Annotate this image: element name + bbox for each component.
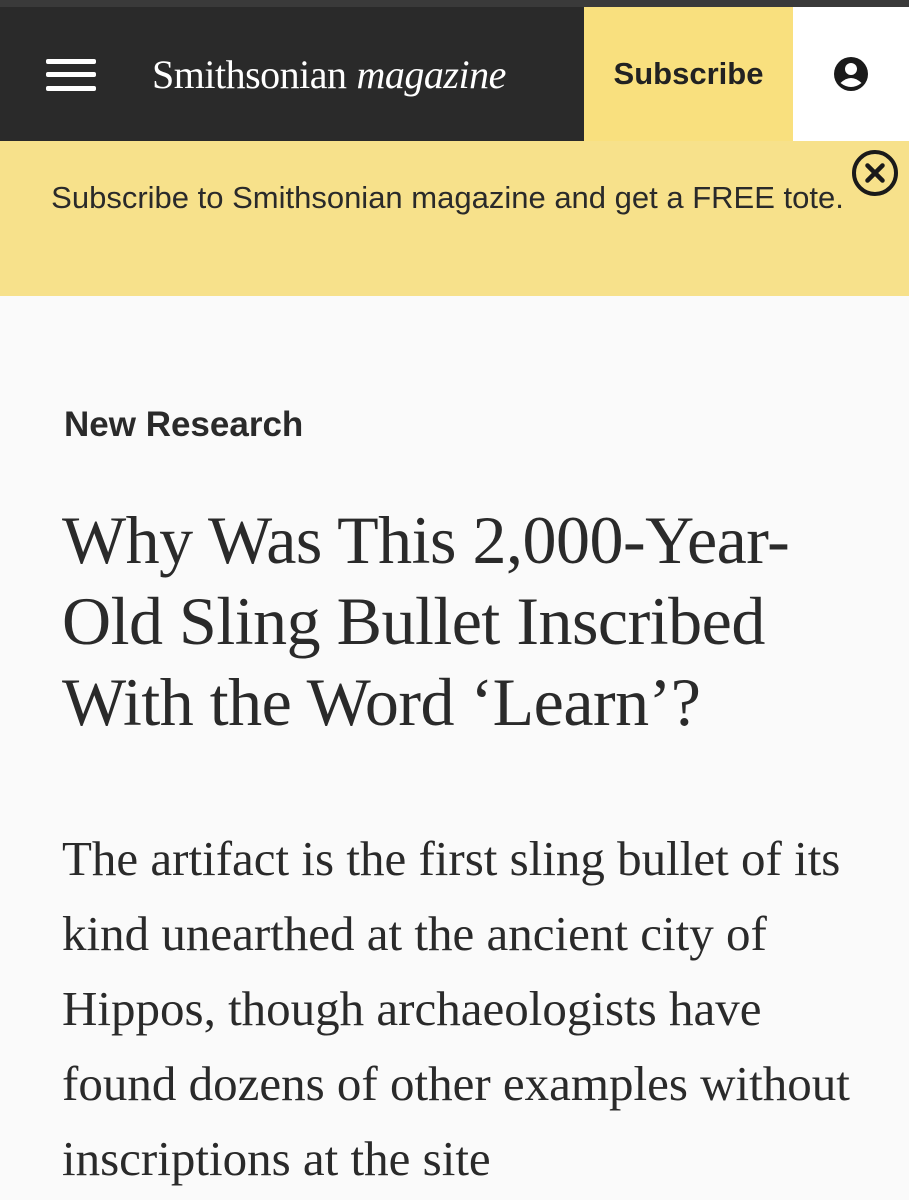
top-status-strip [0, 0, 909, 7]
site-header: Smithsonian magazine Subscribe [0, 7, 909, 141]
logo-italic-text: magazine [356, 52, 507, 97]
user-account-icon [834, 57, 868, 91]
menu-bar [46, 72, 96, 77]
promo-close-button[interactable] [851, 149, 899, 197]
account-button[interactable] [793, 7, 909, 141]
promo-banner: Subscribe to Smithsonian magazine and ge… [0, 141, 909, 296]
article-headline: Why Was This 2,000-Year-Old Sling Bullet… [62, 502, 790, 740]
hamburger-menu-button[interactable] [44, 54, 98, 96]
logo-main-text: Smithsonian [152, 52, 347, 97]
menu-bar [46, 86, 96, 91]
close-icon [852, 150, 898, 196]
header-dark-section: Smithsonian magazine [0, 7, 584, 141]
promo-text[interactable]: Subscribe to Smithsonian magazine and ge… [40, 171, 855, 225]
site-logo[interactable]: Smithsonian magazine [152, 53, 506, 97]
article-dek: The artifact is the first sling bullet o… [62, 831, 850, 1186]
subscribe-button[interactable]: Subscribe [584, 7, 793, 141]
menu-bar [46, 59, 96, 64]
article-category-link[interactable]: New Research [64, 405, 303, 445]
subscribe-button-label: Subscribe [613, 56, 764, 91]
